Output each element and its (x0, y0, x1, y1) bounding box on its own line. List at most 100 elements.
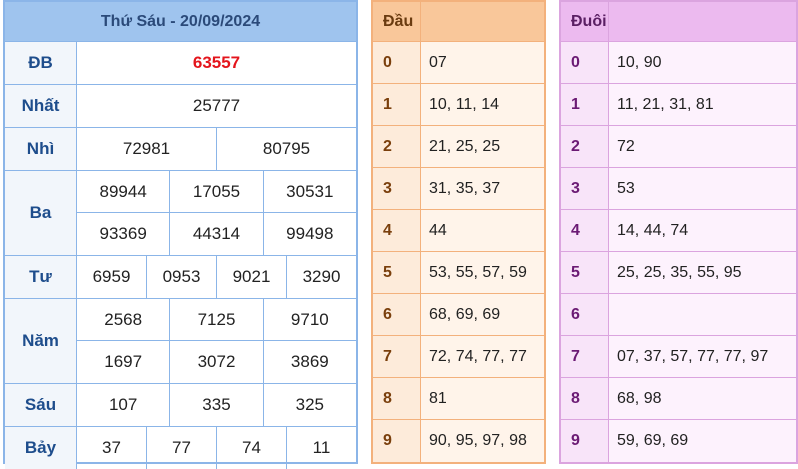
head-digit-row-digit: 6 (373, 294, 421, 335)
tail-digit-row-digit: 4 (561, 210, 609, 251)
head-digit-row-values: 07 (421, 42, 544, 83)
prize-number: 44314 (170, 213, 264, 255)
special-prize-number: 63557 (192, 53, 241, 72)
prize-number-row: 6959 0953 9021 3290 (77, 256, 356, 298)
prize-row: Nhất 25777 (5, 85, 356, 128)
prize-number: 9710 (290, 309, 329, 329)
tail-digit-table: Đuôi 0 10, 90 1 11, 21, 31, 81 2 72 3 53 4 14, 44… (559, 0, 798, 464)
tail-digit-row-digit: 8 (561, 378, 609, 419)
head-digit-row-digit: 2 (373, 126, 421, 167)
head-digit-row-digit: 3 (373, 168, 421, 209)
tail-digit-row-values: 72 (609, 126, 796, 167)
tail-digit-row-values: 07, 37, 57, 77, 77, 97 (609, 336, 796, 377)
head-digit-row-values: 72, 74, 77, 77 (421, 336, 544, 377)
tail-digit-row: 6 (561, 294, 796, 336)
prize-number: 93369 (77, 213, 171, 255)
draw-date-title: Thứ Sáu - 20/09/2024 (5, 2, 356, 42)
tail-digit-row: 0 10, 90 (561, 42, 796, 84)
prize-name: Tư (5, 256, 77, 298)
tail-digit-row-values: 53 (609, 168, 796, 209)
tail-digit-row: 9 59, 69, 69 (561, 420, 796, 462)
prize-number: 3869 (290, 352, 329, 371)
prize-name: Bảy (5, 427, 77, 469)
head-digit-row-digit: 8 (373, 378, 421, 419)
prize-number-row: 2568 7125 9710 (77, 299, 356, 341)
tail-digit-row: 7 07, 37, 57, 77, 77, 97 (561, 336, 796, 378)
prize-number: 30531 (286, 181, 334, 201)
prize-number: 2568 (77, 299, 171, 340)
tail-digit-row: 4 14, 44, 74 (561, 210, 796, 252)
head-digit-row: 5 53, 55, 57, 59 (373, 252, 544, 294)
head-digit-row-values: 90, 95, 97, 98 (421, 420, 544, 462)
prize-number: 335 (170, 384, 264, 426)
tail-digit-row-values: 10, 90 (609, 42, 796, 83)
tail-digit-row: 5 25, 25, 35, 55, 95 (561, 252, 796, 294)
prize-number-row: 72981 80795 (77, 128, 356, 170)
head-digit-row-digit: 4 (373, 210, 421, 251)
prize-name: Nhì (5, 128, 77, 170)
tail-digit-row-values: 59, 69, 69 (609, 420, 796, 462)
prize-name: Sáu (5, 384, 77, 426)
tail-digit-row-digit: 9 (561, 420, 609, 462)
prize-number-row: 25777 (77, 85, 356, 127)
head-digit-row-digit: 0 (373, 42, 421, 83)
head-digit-row-digit: 1 (373, 84, 421, 125)
prize-name: Ba (5, 171, 77, 255)
prize-row: Nhì 72981 80795 (5, 128, 356, 171)
prize-number-row: 93369 44314 99498 (77, 213, 356, 255)
tail-digit-row-digit: 7 (561, 336, 609, 377)
head-digit-row-values: 31, 35, 37 (421, 168, 544, 209)
prize-number: 3290 (302, 267, 341, 286)
prize-row: Ba 89944 17055 30531 93369 44314 99498 (5, 171, 356, 256)
head-digit-row-values: 10, 11, 14 (421, 84, 544, 125)
prize-number: 99498 (286, 224, 334, 243)
prize-row: ĐB 63557 (5, 42, 356, 85)
prize-number: 72981 (77, 128, 217, 170)
tail-digit-header: Đuôi (561, 2, 796, 42)
tail-digit-row-values: 11, 21, 31, 81 (609, 84, 796, 125)
prize-number-row: 89944 17055 30531 (77, 171, 356, 213)
prize-list: ĐB 63557 Nhất 25777 Nhì 72981 80795 Ba 89944 1705… (5, 42, 356, 469)
head-digit-header-label: Đầu (373, 2, 421, 41)
prize-number-row: 1697 3072 3869 (77, 341, 356, 383)
head-digit-row: 2 21, 25, 25 (373, 126, 544, 168)
prize-number: 37 (77, 427, 147, 469)
head-digit-row-values: 21, 25, 25 (421, 126, 544, 167)
head-digit-row: 8 81 (373, 378, 544, 420)
tail-digit-row-digit: 2 (561, 126, 609, 167)
prize-row: Bảy 37 77 74 11 (5, 427, 356, 469)
prize-number: 17055 (170, 171, 264, 212)
tail-digit-row-digit: 0 (561, 42, 609, 83)
prize-number-row: 37 77 74 11 (77, 427, 356, 469)
head-digit-row-values: 53, 55, 57, 59 (421, 252, 544, 293)
tail-digit-row-digit: 6 (561, 294, 609, 335)
tail-digit-row-values: 25, 25, 35, 55, 95 (609, 252, 796, 293)
tail-digit-row-values (609, 294, 796, 335)
prize-name: Năm (5, 299, 77, 383)
head-digit-row-digit: 5 (373, 252, 421, 293)
tail-digit-row: 2 72 (561, 126, 796, 168)
head-digit-row: 7 72, 74, 77, 77 (373, 336, 544, 378)
head-digit-header: Đầu (373, 2, 544, 42)
prize-number: 9021 (217, 256, 287, 298)
prize-number: 11 (312, 438, 331, 457)
tail-digit-row-digit: 5 (561, 252, 609, 293)
head-digit-row: 9 90, 95, 97, 98 (373, 420, 544, 462)
head-digit-row: 4 44 (373, 210, 544, 252)
lottery-result-table: Thứ Sáu - 20/09/2024 ĐB 63557 Nhất 25777 Nhì… (3, 0, 358, 469)
prize-row: Sáu 107 335 325 (5, 384, 356, 427)
head-digit-row: 1 10, 11, 14 (373, 84, 544, 126)
head-digit-row: 6 68, 69, 69 (373, 294, 544, 336)
tail-digit-row-values: 14, 44, 74 (609, 210, 796, 251)
head-digit-row: 3 31, 35, 37 (373, 168, 544, 210)
prize-number-row: 63557 (77, 42, 356, 84)
prize-number: 3072 (170, 341, 264, 383)
head-digit-row-values: 68, 69, 69 (421, 294, 544, 335)
head-digit-row-digit: 9 (373, 420, 421, 462)
prize-number: 6959 (77, 256, 147, 298)
tail-digit-header-label: Đuôi (561, 2, 609, 41)
head-digit-table: Đầu 0 07 1 10, 11, 14 2 21, 25, 25 3 31, 35, 37… (371, 0, 546, 464)
tail-digit-row: 8 68, 98 (561, 378, 796, 420)
prize-number: 74 (217, 427, 287, 469)
tail-digit-row-digit: 3 (561, 168, 609, 209)
